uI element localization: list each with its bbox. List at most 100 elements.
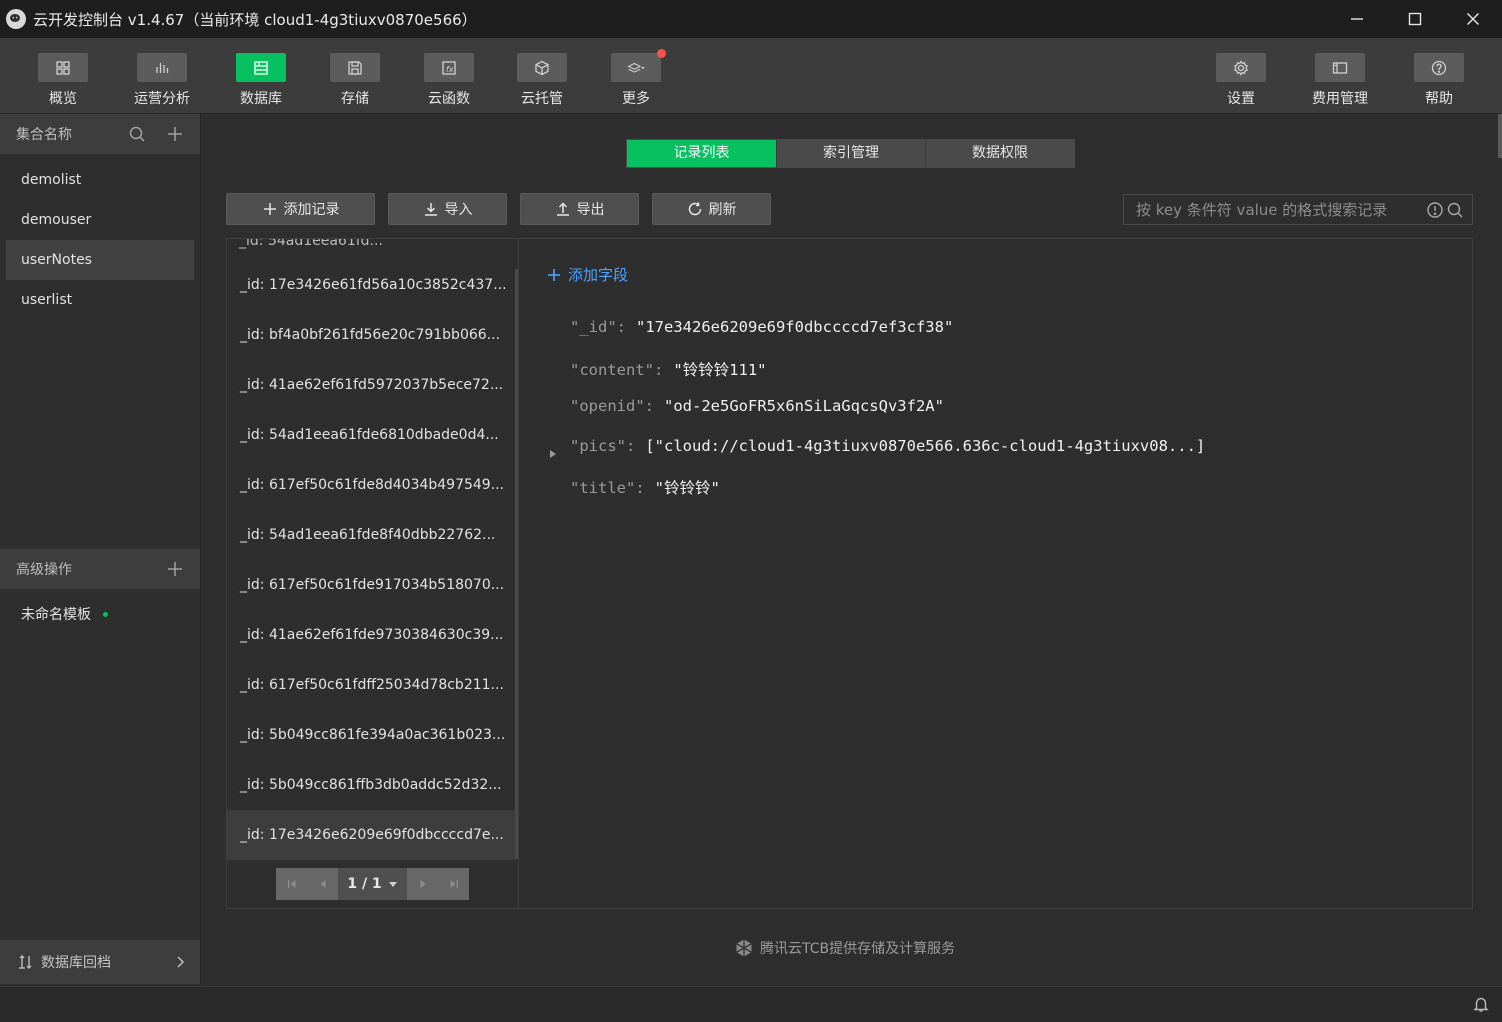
caret-right-icon bbox=[550, 450, 556, 458]
wechat-devtools-icon bbox=[6, 9, 26, 29]
plus-icon bbox=[548, 268, 560, 281]
tool-settings[interactable]: 设置 bbox=[1201, 53, 1281, 108]
next-page-button[interactable] bbox=[407, 868, 438, 900]
list-item[interactable]: _id: 54ad1eea61fd... bbox=[239, 239, 383, 249]
tool-hosting[interactable]: 云托管 bbox=[502, 53, 582, 108]
refresh-button[interactable]: 刷新 bbox=[652, 193, 771, 225]
export-label: 导出 bbox=[576, 202, 605, 218]
field-value: "17e3426e6209e69f0dbccccd7ef3cf38" bbox=[636, 318, 954, 336]
tab-record-list[interactable]: 记录列表 bbox=[627, 140, 776, 167]
database-rollback-button[interactable]: 数据库回档 bbox=[0, 940, 200, 984]
list-item[interactable]: _id: 54ad1eea61fde8f40dbb22762... bbox=[227, 510, 516, 560]
field-openid[interactable]: "openid": "od-2e5GoFR5x6nSiLaGqcsQv3f2A" bbox=[570, 397, 944, 415]
layers-icon bbox=[627, 62, 645, 73]
tool-analytics[interactable]: 运营分析 bbox=[122, 53, 202, 108]
info-icon[interactable] bbox=[1426, 201, 1444, 219]
advanced-header: 高级操作 bbox=[0, 549, 200, 589]
add-record-button[interactable]: 添加记录 bbox=[226, 193, 375, 225]
field-pics[interactable]: "pics": ["cloud://cloud1-4g3tiuxv0870e566… bbox=[570, 437, 1205, 455]
title-bar: 云开发控制台 v1.4.67（当前环境 cloud1-4g3tiuxv0870e… bbox=[0, 0, 1502, 38]
record-list: _id: 54ad1eea61fd... _id: 17e3426e61fd56… bbox=[227, 239, 519, 908]
list-item[interactable]: _id: 41ae62ef61fd5972037b5ece72... bbox=[227, 360, 516, 410]
maximize-button[interactable] bbox=[1386, 0, 1444, 38]
unsaved-dot bbox=[103, 611, 108, 617]
field-id[interactable]: "_id": "17e3426e6209e69f0dbccccd7ef3cf38" bbox=[570, 318, 953, 336]
tool-billing[interactable]: 费用管理 bbox=[1300, 53, 1380, 108]
footer-brand-text: 腾讯云TCB提供存储及计算服务 bbox=[760, 941, 956, 957]
list-item[interactable]: _id: 617ef50c61fdff25034d78cb211... bbox=[227, 660, 516, 710]
search-icon[interactable] bbox=[1446, 201, 1464, 219]
sort-icon bbox=[19, 955, 32, 969]
tool-label: 云函数 bbox=[428, 91, 470, 107]
last-page-icon bbox=[450, 880, 458, 888]
collection-item-usernotes[interactable]: userNotes bbox=[6, 240, 194, 280]
first-page-button[interactable] bbox=[276, 868, 307, 900]
collection-item-demolist[interactable]: demolist bbox=[6, 160, 194, 200]
template-item[interactable]: 未命名模板 bbox=[21, 604, 108, 624]
svg-text:fx: fx bbox=[446, 65, 454, 74]
tool-more[interactable]: 更多 bbox=[596, 49, 676, 108]
record-list-scrollbar[interactable] bbox=[515, 269, 518, 859]
collection-item-demouser[interactable]: demouser bbox=[6, 200, 194, 240]
collection-item-userlist[interactable]: userlist bbox=[6, 280, 194, 320]
prev-page-button[interactable] bbox=[307, 868, 338, 900]
notification-badge bbox=[657, 49, 666, 58]
add-collection-icon[interactable] bbox=[166, 125, 184, 143]
list-item[interactable]: _id: bf4a0bf261fd56e20c791bb066... bbox=[227, 310, 516, 360]
billing-icon bbox=[1332, 61, 1348, 74]
upload-icon bbox=[556, 202, 569, 216]
add-field-button[interactable]: 添加字段 bbox=[546, 264, 628, 285]
search-icon[interactable] bbox=[128, 125, 146, 143]
tab-data-permission[interactable]: 数据权限 bbox=[925, 140, 1074, 167]
add-template-icon[interactable] bbox=[166, 560, 184, 578]
list-item-selected[interactable]: _id: 17e3426e6209e69f0dbccccd7e... bbox=[227, 810, 516, 860]
cube-icon bbox=[535, 60, 549, 75]
add-record-label: 添加记录 bbox=[283, 202, 340, 218]
field-value: "od-2e5GoFR5x6nSiLaGqcsQv3f2A" bbox=[664, 397, 944, 415]
expand-pics-toggle[interactable] bbox=[549, 443, 557, 458]
list-item[interactable]: _id: 41ae62ef61fde9730384630c39... bbox=[227, 610, 516, 660]
tool-label: 云托管 bbox=[521, 91, 563, 107]
tool-database[interactable]: 数据库 bbox=[221, 53, 301, 108]
field-content[interactable]: "content": "铃铃铃111" bbox=[570, 358, 767, 380]
list-item[interactable]: _id: 617ef50c61fde917034b518070... bbox=[227, 560, 516, 610]
refresh-label: 刷新 bbox=[708, 202, 737, 218]
field-key: "openid": bbox=[570, 397, 654, 415]
list-item[interactable]: _id: 17e3426e61fd56a10c3852c437... bbox=[227, 260, 516, 310]
import-button[interactable]: 导入 bbox=[388, 193, 507, 225]
tab-index-management[interactable]: 索引管理 bbox=[776, 140, 925, 167]
list-item[interactable]: _id: 617ef50c61fde8d4034b497549... bbox=[227, 460, 516, 510]
list-item[interactable]: _id: 5b049cc861fe394a0ac361b023... bbox=[227, 710, 516, 760]
field-key: "_id": bbox=[570, 318, 626, 336]
tool-help[interactable]: 帮助 bbox=[1399, 53, 1479, 108]
field-value: "铃铃铃" bbox=[654, 479, 720, 497]
collection-sidebar: 集合名称 demolist demouser userNotes userlis… bbox=[0, 114, 201, 986]
floppy-icon bbox=[348, 60, 362, 75]
footer-brand: 腾讯云TCB提供存储及计算服务 bbox=[734, 938, 955, 958]
window-title: 云开发控制台 v1.4.67（当前环境 cloud1-4g3tiuxv0870e… bbox=[33, 10, 477, 29]
tool-storage[interactable]: 存储 bbox=[315, 53, 395, 108]
list-item[interactable]: _id: 5b049cc861ffb3db0addc52d32... bbox=[227, 760, 516, 810]
tool-label: 帮助 bbox=[1425, 91, 1453, 107]
list-item[interactable]: _id: 54ad1eea61fde6810dbade0d4... bbox=[227, 410, 516, 460]
prev-page-icon bbox=[320, 880, 325, 888]
close-button[interactable] bbox=[1444, 0, 1502, 38]
window-scrollbar[interactable] bbox=[1498, 114, 1502, 158]
plus-icon bbox=[263, 203, 276, 215]
tool-overview[interactable]: 概览 bbox=[23, 53, 103, 108]
minimize-button[interactable] bbox=[1328, 0, 1386, 38]
export-button[interactable]: 导出 bbox=[520, 193, 639, 225]
notification-button[interactable] bbox=[1472, 995, 1490, 1013]
tencent-cloud-logo-icon bbox=[736, 939, 752, 957]
chevron-right-icon bbox=[177, 956, 185, 968]
caret-down-icon bbox=[388, 882, 397, 887]
search-input[interactable] bbox=[1136, 200, 1426, 219]
page-selector[interactable]: 1 / 1 bbox=[338, 868, 407, 900]
last-page-button[interactable] bbox=[438, 868, 469, 900]
field-title[interactable]: "title": "铃铃铃" bbox=[570, 476, 720, 498]
field-key: "title": bbox=[570, 479, 645, 497]
tool-label: 运营分析 bbox=[134, 91, 190, 107]
close-icon bbox=[1467, 13, 1479, 25]
tool-functions[interactable]: fx 云函数 bbox=[409, 53, 489, 108]
import-label: 导入 bbox=[444, 202, 473, 218]
